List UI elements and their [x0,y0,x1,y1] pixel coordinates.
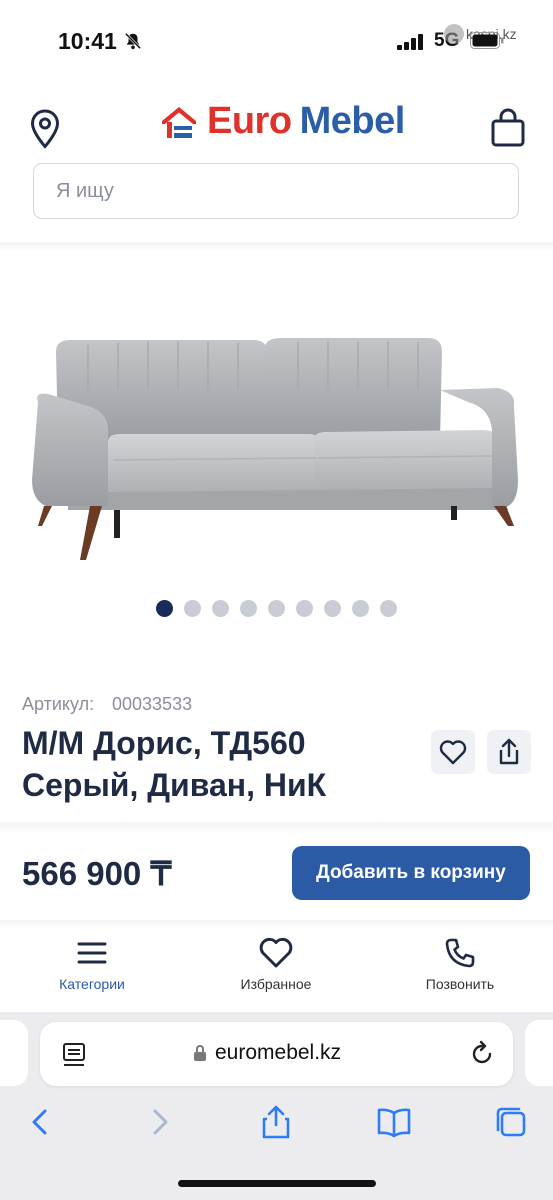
previous-tab-preview[interactable] [0,1020,28,1086]
next-tab-preview[interactable] [525,1020,553,1086]
lock-icon [194,1045,206,1061]
product-price: 566 900 ₸ [22,855,172,892]
signal-icon [397,34,423,50]
gallery-dot[interactable] [296,600,313,617]
logo-euro-text: Euro [207,100,292,142]
reader-icon[interactable] [62,1042,86,1068]
bookmarks-icon[interactable] [376,1104,412,1140]
gallery-dot[interactable] [212,600,229,617]
forward-icon[interactable] [142,1104,178,1140]
heart-icon [439,740,467,765]
gallery-dots [156,600,406,618]
euromebel-logo-house-icon[interactable] [160,104,198,140]
tabs-icon[interactable] [493,1104,529,1140]
section-divider [0,920,553,928]
gallery-dot[interactable] [324,600,341,617]
product-image-sofa[interactable] [28,330,528,570]
nav-call-label: Позвонить [425,976,495,992]
euromebel-logo[interactable]: Euro Mebel [207,100,405,143]
phone-icon [445,938,475,968]
share-button[interactable] [487,730,531,774]
gallery-dot[interactable] [268,600,285,617]
status-time: 10:41 [58,28,117,54]
nav-favorites[interactable]: Избранное [206,936,346,1006]
reload-icon[interactable] [468,1040,496,1068]
location-pin-icon[interactable] [28,108,62,150]
gallery-dot[interactable] [352,600,369,617]
search-input[interactable] [33,163,519,219]
menu-icon [77,942,107,964]
shopping-bag-icon[interactable] [490,108,526,148]
back-icon[interactable] [22,1104,58,1140]
watermark-logo [444,24,464,44]
nav-categories[interactable]: Категории [22,936,162,1006]
share-icon [499,738,519,765]
gallery-dot[interactable] [156,600,173,617]
article-label: Артикул: [22,694,95,714]
header-divider [0,242,553,252]
add-to-cart-button[interactable]: Добавить в корзину [292,846,530,900]
battery-icon [470,32,504,49]
nav-call[interactable]: Позвонить [390,936,530,1006]
bell-off-icon [124,32,142,50]
section-divider [0,822,553,834]
gallery-dot[interactable] [184,600,201,617]
nav-categories-label: Категории [59,976,125,992]
heart-icon [259,937,293,968]
add-to-favorites-button[interactable] [431,730,475,774]
gallery-dot[interactable] [240,600,257,617]
home-indicator [178,1180,376,1187]
url-text[interactable]: euromebel.kz [215,1041,341,1065]
product-title: М/М Дорис, ТД560 Серый, Диван, НиК [22,725,327,803]
logo-mebel-text: Mebel [299,100,406,142]
share-icon[interactable] [258,1104,294,1140]
article-value: 00033533 [112,694,193,714]
gallery-dot[interactable] [380,600,397,617]
nav-favorites-label: Избранное [240,976,312,992]
